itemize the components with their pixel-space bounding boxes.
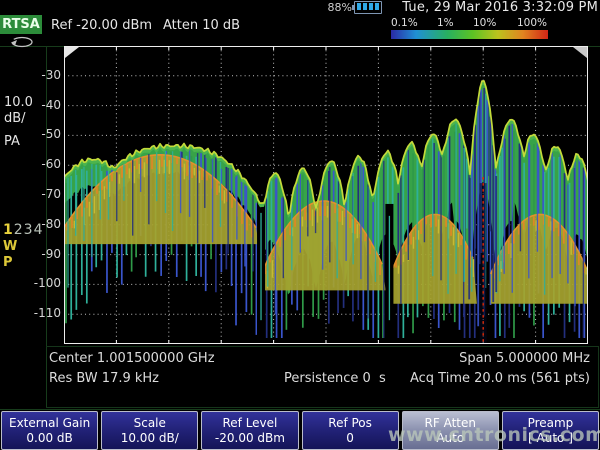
- density-scale-label: 1%: [437, 17, 454, 29]
- softkey-scale[interactable]: Scale10.00 dB/: [101, 411, 198, 450]
- softkey-rf-atten[interactable]: RF AttenAuto: [402, 411, 499, 450]
- y-axis-tick-label: -90: [27, 247, 61, 261]
- softkey-row: External Gain0.00 dBScale10.00 dB/Ref Le…: [0, 409, 600, 450]
- atten-readout: Atten 10 dB: [163, 18, 240, 33]
- trace-state-indicator: W: [3, 239, 17, 254]
- res-bw-readout: Res BW 17.9 kHz: [49, 371, 159, 386]
- spectrum-graticule[interactable]: [64, 46, 588, 344]
- softkey-label: External Gain: [2, 416, 97, 431]
- battery-percent: 88%: [328, 1, 352, 14]
- acq-time-readout: Acq Time 20.0 ms (561 pts): [410, 371, 590, 386]
- softkey-value: 0.00 dB: [2, 431, 97, 446]
- detector-indicator: P: [3, 255, 13, 270]
- continuous-sweep-icon: [7, 33, 37, 51]
- y-axis-tick-label: -40: [27, 98, 61, 112]
- measurement-header: RTSA Ref -20.00 dBm Atten 10 dB 0.1% 1% …: [0, 14, 600, 47]
- softkey-preamp[interactable]: Preamp[ Auto ]: [502, 411, 599, 450]
- datetime-label: Tue, 29 Mar 2016 3:32:09 PM: [402, 0, 598, 15]
- y-axis-tick-label: -100: [27, 276, 61, 290]
- persistence-readout: Persistence 0 s: [284, 371, 386, 386]
- density-colorbar: [391, 30, 548, 39]
- active-trace-number: 1: [3, 222, 14, 238]
- density-scale-label: 10%: [473, 17, 496, 29]
- density-scale-label: 0.1%: [391, 17, 418, 29]
- softkey-value: 0: [303, 431, 398, 446]
- softkey-label: Ref Pos: [303, 416, 398, 431]
- y-axis-tick-label: -80: [27, 217, 61, 231]
- y-axis-tick-label: -110: [27, 306, 61, 320]
- density-scale-label: 100%: [517, 17, 547, 29]
- softkey-ref-level[interactable]: Ref Level-20.00 dBm: [201, 411, 298, 450]
- softkey-label: Ref Level: [202, 416, 297, 431]
- center-freq-readout: Center 1.001500000 GHz: [49, 351, 215, 366]
- softkey-ref-pos[interactable]: Ref Pos0: [302, 411, 399, 450]
- bottom-annotation: Center 1.001500000 GHz Span 5.000000 MHz…: [46, 346, 599, 408]
- softkey-external-gain[interactable]: External Gain0.00 dB: [1, 411, 98, 450]
- softkey-value: 10.00 dB/: [102, 431, 197, 446]
- mode-badge: RTSA: [0, 15, 42, 34]
- ref-level-readout: Ref -20.00 dBm: [51, 18, 152, 33]
- softkey-value: [ Auto ]: [503, 431, 598, 446]
- y-axis-tick-label: -30: [27, 68, 61, 82]
- span-readout: Span 5.000000 MHz: [459, 351, 590, 366]
- softkey-label: Scale: [102, 416, 197, 431]
- y-axis-tick-label: -50: [27, 127, 61, 141]
- analyzer-screen: 88% Tue, 29 Mar 2016 3:32:09 PM RTSA Ref…: [0, 0, 600, 450]
- scale-unit-readout: dB/: [4, 111, 26, 126]
- softkey-value: Auto: [403, 431, 498, 446]
- softkey-label: Preamp: [503, 416, 598, 431]
- y-axis-tick-label: -60: [27, 157, 61, 171]
- y-axis-tick-label: -70: [27, 187, 61, 201]
- status-bar: 88% Tue, 29 Mar 2016 3:32:09 PM: [0, 0, 600, 14]
- preamp-indicator: PA: [4, 134, 20, 149]
- softkey-value: -20.00 dBm: [202, 431, 297, 446]
- softkey-label: RF Atten: [403, 416, 498, 431]
- battery-icon: [354, 1, 382, 14]
